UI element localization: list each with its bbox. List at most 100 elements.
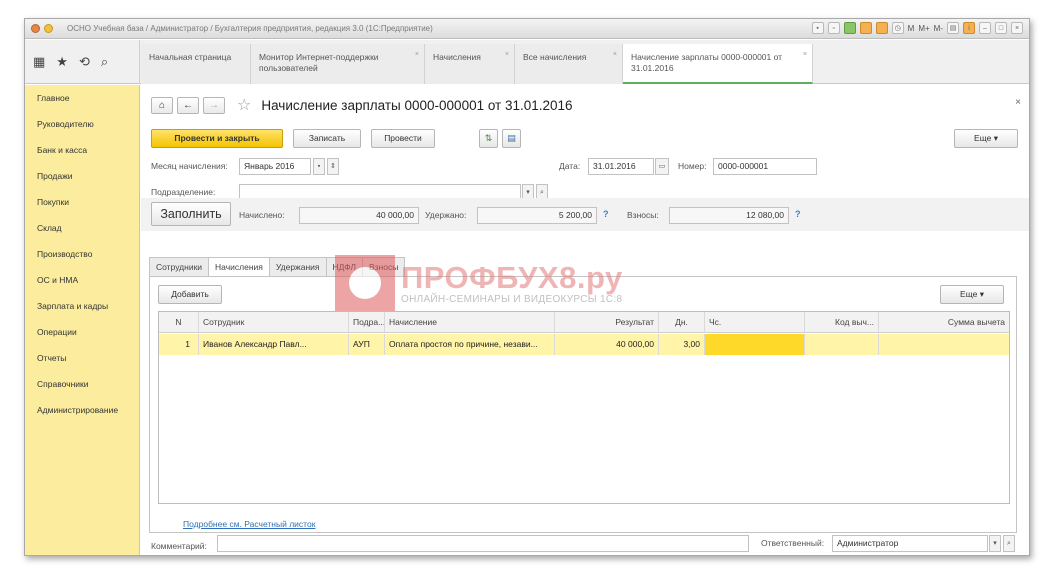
tab-income-tax[interactable]: НДФЛ [325, 257, 363, 276]
responsible-open-icon[interactable]: ⌕ [1003, 535, 1015, 552]
column-header-hours[interactable]: Чс. [705, 312, 805, 332]
movements-icon[interactable]: ⇅ [479, 129, 498, 148]
tab-close-icon[interactable]: × [505, 49, 509, 60]
cell-days[interactable]: 3,00 [659, 334, 705, 355]
tab-accruals-list[interactable]: Начисления [208, 257, 270, 277]
more-button[interactable]: Еще ▾ [954, 129, 1018, 148]
sidebar-item-warehouse[interactable]: Склад [25, 215, 139, 241]
tab-employees[interactable]: Сотрудники [149, 257, 210, 276]
memory-add-button[interactable]: M+ [918, 24, 929, 33]
history-icon[interactable]: ◷ [891, 22, 904, 34]
app-menu-icon[interactable] [31, 24, 40, 33]
tab-close-icon[interactable]: × [415, 49, 419, 60]
column-header-n[interactable]: N [159, 312, 199, 332]
minimize-icon[interactable]: – [979, 22, 991, 34]
column-header-accrual[interactable]: Начисление [385, 312, 555, 332]
sidebar-item-bank-cash[interactable]: Банк и касса [25, 137, 139, 163]
info-icon[interactable]: i [963, 22, 975, 34]
cell-department[interactable]: АУП [349, 334, 385, 355]
column-header-result[interactable]: Результат [555, 312, 659, 332]
page-title: Начисление зарплаты 0000-000001 от 31.01… [261, 97, 573, 113]
cell-employee[interactable]: Иванов Александр Павл... [199, 334, 349, 355]
favorites-star-icon[interactable]: ★ [56, 54, 68, 70]
column-header-department[interactable]: Подра... [349, 312, 385, 332]
tab-close-icon[interactable]: × [803, 49, 807, 60]
sidebar-item-manager[interactable]: Руководителю [25, 111, 139, 137]
cell-hours[interactable] [705, 334, 805, 355]
panels-icon[interactable]: ▤ [947, 22, 959, 34]
document-report-icon[interactable]: ▤ [502, 129, 521, 148]
save-icon[interactable]: ▪ [811, 22, 824, 34]
contributions-value: 12 080,00 [669, 207, 789, 224]
home-icon[interactable]: ⌂ [151, 96, 173, 114]
month-spinner[interactable]: ⇕ [327, 158, 339, 175]
table-header: N Сотрудник Подра... Начисление Результа… [159, 312, 1009, 333]
tab-payroll-document[interactable]: Начисление зарплаты 0000-000001 от 31.01… [623, 44, 813, 84]
column-header-employee[interactable]: Сотрудник [199, 312, 349, 332]
withheld-help-link[interactable]: ? [603, 209, 609, 219]
sidebar-item-main[interactable]: Главное [25, 85, 139, 111]
sections-sidebar: Главное Руководителю Банк и касса Продаж… [25, 85, 140, 555]
favorite-star-icon[interactable]: ☆ [237, 95, 251, 115]
tab-deductions[interactable]: Удержания [268, 257, 327, 276]
column-header-deduction-code[interactable]: Код выч... [805, 312, 879, 332]
close-form-icon[interactable]: × [1015, 97, 1021, 108]
tab-support-monitor[interactable]: Монитор Интернет-поддержки пользователей… [251, 44, 425, 84]
more-label: Еще [960, 289, 978, 299]
table-more-button[interactable]: Еще ▾ [940, 285, 1004, 304]
sidebar-item-sales[interactable]: Продажи [25, 163, 139, 189]
cell-accrual[interactable]: Оплата простоя по причине, незави... [385, 334, 555, 355]
month-select-icon[interactable]: ▪ [313, 158, 325, 175]
save-button[interactable]: Записать [293, 129, 361, 148]
forward-arrow-icon[interactable]: → [203, 96, 225, 114]
date-input[interactable]: 31.01.2016 [588, 158, 654, 175]
cell-result[interactable]: 40 000,00 [555, 334, 659, 355]
cell-deduction-sum[interactable] [879, 334, 1009, 355]
tab-home-page[interactable]: Начальная страница [141, 44, 251, 84]
contributions-help-link[interactable]: ? [795, 209, 801, 219]
tab-close-icon[interactable]: × [613, 49, 617, 60]
link-icon[interactable] [843, 22, 856, 34]
maximize-icon[interactable]: □ [995, 22, 1007, 34]
back-arrow-icon[interactable]: ← [177, 96, 199, 114]
tab-all-accruals[interactable]: Все начисления × [515, 44, 623, 84]
payslip-details-link[interactable]: Подробнее см. Расчетный листок [183, 519, 315, 529]
fill-button[interactable]: Заполнить [151, 202, 231, 226]
post-button[interactable]: Провести [371, 129, 435, 148]
sidebar-item-purchases[interactable]: Покупки [25, 189, 139, 215]
sidebar-item-operations[interactable]: Операции [25, 319, 139, 345]
tab-contributions[interactable]: Взносы [361, 257, 406, 276]
number-input[interactable]: 0000-000001 [713, 158, 817, 175]
document-header: ⌂ ← → ☆ Начисление зарплаты 0000-000001 … [151, 95, 573, 115]
column-header-days[interactable]: Дн. [659, 312, 705, 332]
sidebar-item-directories[interactable]: Справочники [25, 371, 139, 397]
sidebar-item-payroll[interactable]: Зарплата и кадры [25, 293, 139, 319]
sidebar-item-administration[interactable]: Администрирование [25, 397, 139, 423]
calculator-icon[interactable] [859, 22, 872, 34]
table-row[interactable]: 1 Иванов Александр Павл... АУП Оплата пр… [159, 334, 1009, 355]
grid-menu-icon[interactable]: ▦ [33, 54, 45, 70]
post-and-close-button[interactable]: Провести и закрыть [151, 129, 283, 148]
memory-button[interactable]: M [908, 24, 915, 33]
contributions-label: Взносы: [627, 210, 659, 220]
cell-deduction-code[interactable] [805, 334, 879, 355]
sidebar-item-production[interactable]: Производство [25, 241, 139, 267]
close-icon[interactable]: × [1011, 22, 1023, 34]
search-icon[interactable]: ⌕ [101, 54, 108, 70]
responsible-dropdown-icon[interactable]: ▾ [989, 535, 1001, 552]
print-icon[interactable]: ▫ [827, 22, 840, 34]
add-row-button[interactable]: Добавить [158, 285, 222, 304]
column-header-deduction-sum[interactable]: Сумма вычета [879, 312, 1009, 332]
tab-accruals[interactable]: Начисления × [425, 44, 515, 84]
sidebar-item-fixed-assets[interactable]: ОС и НМА [25, 267, 139, 293]
comment-input[interactable] [217, 535, 749, 552]
month-input[interactable]: Январь 2016 [239, 158, 311, 175]
responsible-input[interactable]: Администратор [832, 535, 988, 552]
sidebar-item-reports[interactable]: Отчеты [25, 345, 139, 371]
accruals-table: N Сотрудник Подра... Начисление Результа… [158, 311, 1010, 504]
app-logo-icon[interactable] [44, 24, 53, 33]
calendar-icon[interactable] [875, 22, 888, 34]
history-clock-icon[interactable]: ⟲ [79, 54, 90, 70]
calendar-picker-icon[interactable]: ▭ [655, 158, 669, 175]
memory-subtract-button[interactable]: M- [934, 24, 943, 33]
